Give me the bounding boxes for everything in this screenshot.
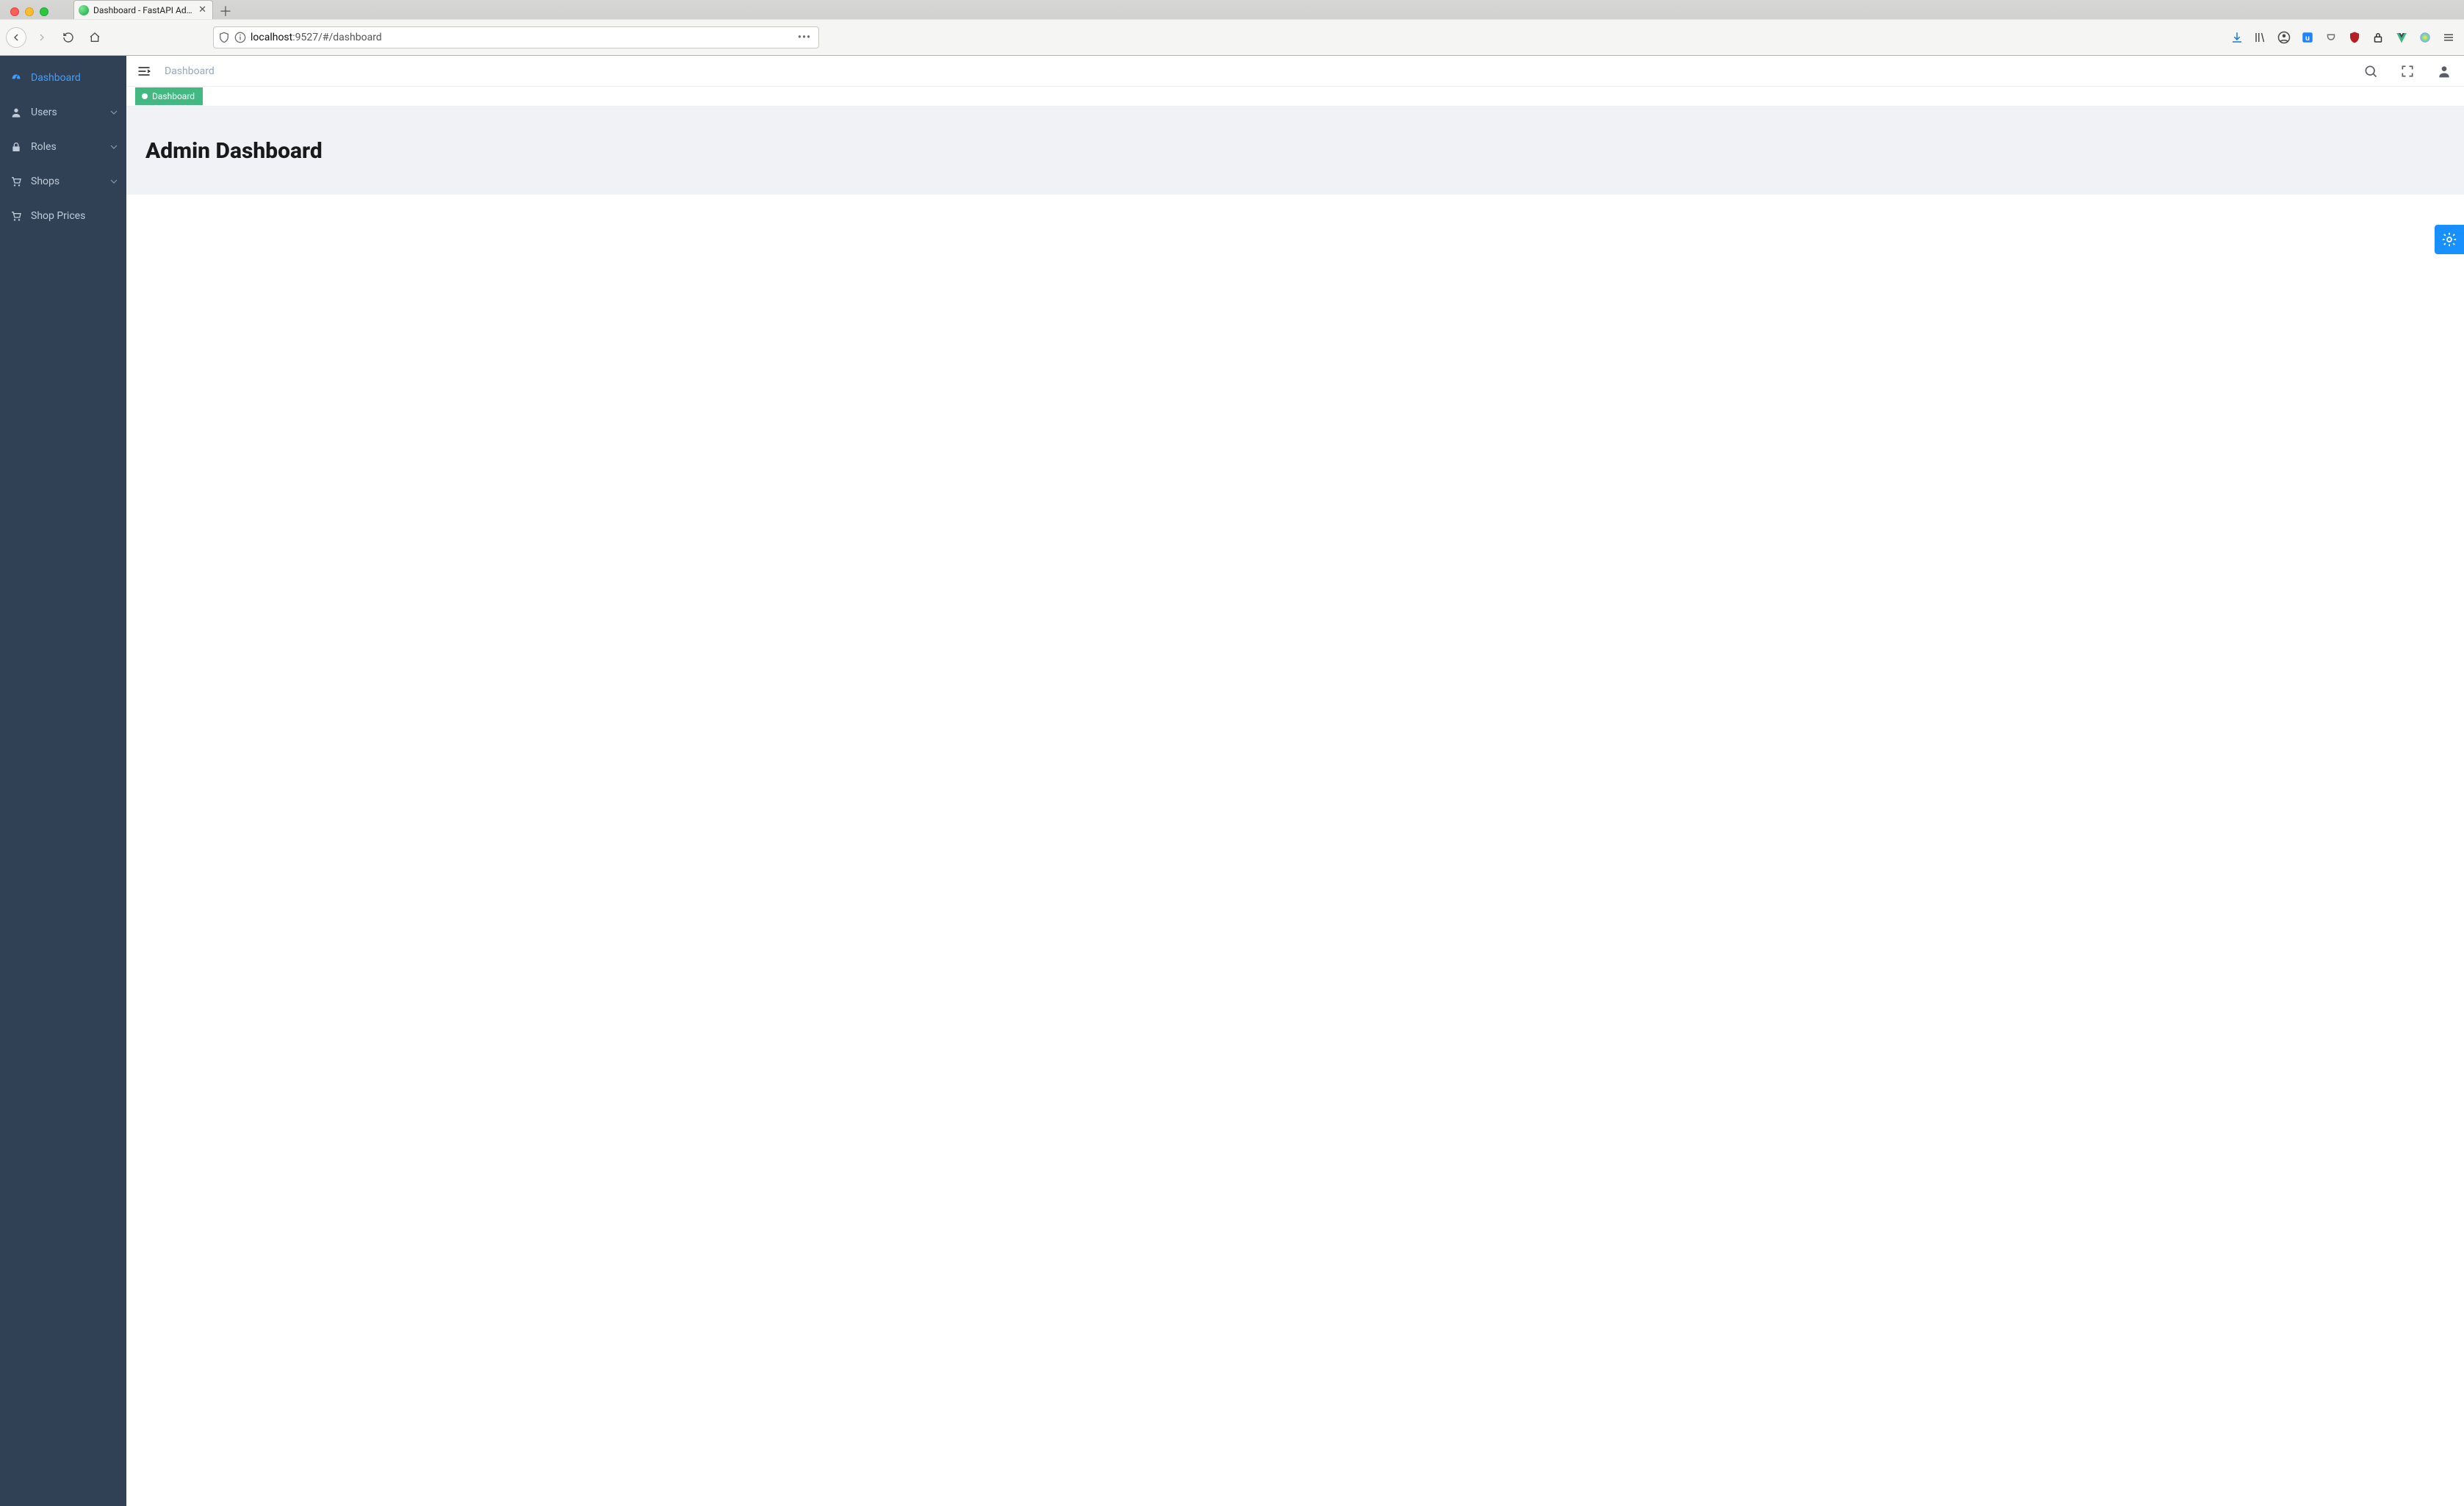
url-host: localhost [251, 32, 292, 43]
page-actions-icon[interactable]: ••• [795, 32, 814, 43]
extension-blue-icon[interactable]: u [2298, 28, 2317, 47]
chevron-down-icon [110, 143, 118, 151]
sidebar-toggle-button[interactable] [137, 64, 151, 79]
content-header: Admin Dashboard [126, 107, 2464, 195]
sidebar-item-shops[interactable]: Shops [0, 164, 126, 198]
sidebar-item-label: Dashboard [31, 72, 81, 84]
tab-close-icon[interactable]: ✕ [197, 4, 208, 15]
sidebar-item-shop-prices[interactable]: Shop Prices [0, 198, 126, 233]
tags-view: Dashboard [126, 87, 2464, 107]
topbar: Dashboard [126, 56, 2464, 87]
window-close-icon[interactable] [10, 7, 19, 16]
main-area: Dashboard Dashboard Admin Dashboard [126, 56, 2464, 1506]
extension-colorful-icon[interactable] [2416, 28, 2435, 47]
account-icon[interactable] [2274, 28, 2294, 47]
browser-chrome: Dashboard - FastAPI Admin Tem ✕ ＋ localh… [0, 0, 2464, 56]
back-button[interactable] [6, 27, 26, 48]
window-minimize-icon[interactable] [25, 7, 34, 16]
tag-label: Dashboard [152, 91, 195, 101]
new-tab-button[interactable]: ＋ [216, 3, 235, 19]
library-icon[interactable] [2251, 28, 2270, 47]
sidebar-item-label: Users [31, 107, 57, 118]
fullscreen-icon[interactable] [2398, 62, 2417, 81]
sidebar: Dashboard Users Roles Shops [0, 56, 126, 1506]
downloads-icon[interactable] [2227, 28, 2247, 47]
extension-shield-red-icon[interactable] [2345, 28, 2364, 47]
dashboard-icon [10, 72, 22, 84]
url-path: :9527/#/dashboard [292, 32, 381, 43]
cart-icon [10, 210, 22, 222]
tab-strip: Dashboard - FastAPI Admin Tem ✕ ＋ [0, 0, 2464, 19]
sidebar-item-dashboard[interactable]: Dashboard [0, 60, 126, 95]
extension-vue-icon[interactable] [2392, 28, 2411, 47]
home-button[interactable] [84, 26, 106, 48]
chevron-down-icon [110, 178, 118, 185]
app-root: Dashboard Users Roles Shops [0, 56, 2464, 1506]
gear-icon [2441, 231, 2457, 248]
svg-text:u: u [2305, 33, 2310, 43]
page-title: Admin Dashboard [145, 138, 323, 164]
shield-icon [218, 32, 230, 43]
window-zoom-icon[interactable] [40, 7, 48, 16]
sidebar-item-label: Shop Prices [31, 210, 85, 222]
address-bar-url: localhost:9527/#/dashboard [251, 32, 790, 43]
search-icon[interactable] [2361, 62, 2380, 81]
tag-active-dot-icon [142, 93, 148, 99]
settings-drawer-button[interactable] [2435, 225, 2464, 254]
forward-button[interactable] [31, 26, 53, 48]
tag-dashboard[interactable]: Dashboard [135, 87, 203, 105]
sidebar-item-label: Shops [31, 176, 60, 187]
tab-favicon-icon [79, 5, 89, 15]
browser-toolbar: localhost:9527/#/dashboard ••• u [0, 19, 2464, 55]
sidebar-item-label: Roles [31, 141, 57, 153]
lock-icon [10, 141, 22, 153]
extension-lock-icon[interactable] [2368, 28, 2388, 47]
reload-button[interactable] [57, 26, 79, 48]
app-menu-icon[interactable] [2439, 28, 2458, 47]
browser-tab-active[interactable]: Dashboard - FastAPI Admin Tem ✕ [73, 0, 213, 19]
sidebar-item-users[interactable]: Users [0, 95, 126, 129]
sidebar-item-roles[interactable]: Roles [0, 129, 126, 164]
breadcrumb: Dashboard [165, 65, 215, 77]
window-controls [6, 7, 56, 19]
user-icon [10, 107, 22, 118]
content-area: Admin Dashboard [126, 107, 2464, 1506]
chevron-down-icon [110, 109, 118, 116]
address-bar[interactable]: localhost:9527/#/dashboard ••• [213, 26, 819, 48]
info-icon [234, 32, 246, 43]
cart-icon [10, 176, 22, 187]
tab-title: Dashboard - FastAPI Admin Tem [93, 5, 192, 15]
pocket-icon[interactable] [2321, 28, 2341, 47]
profile-icon[interactable] [2435, 62, 2454, 81]
